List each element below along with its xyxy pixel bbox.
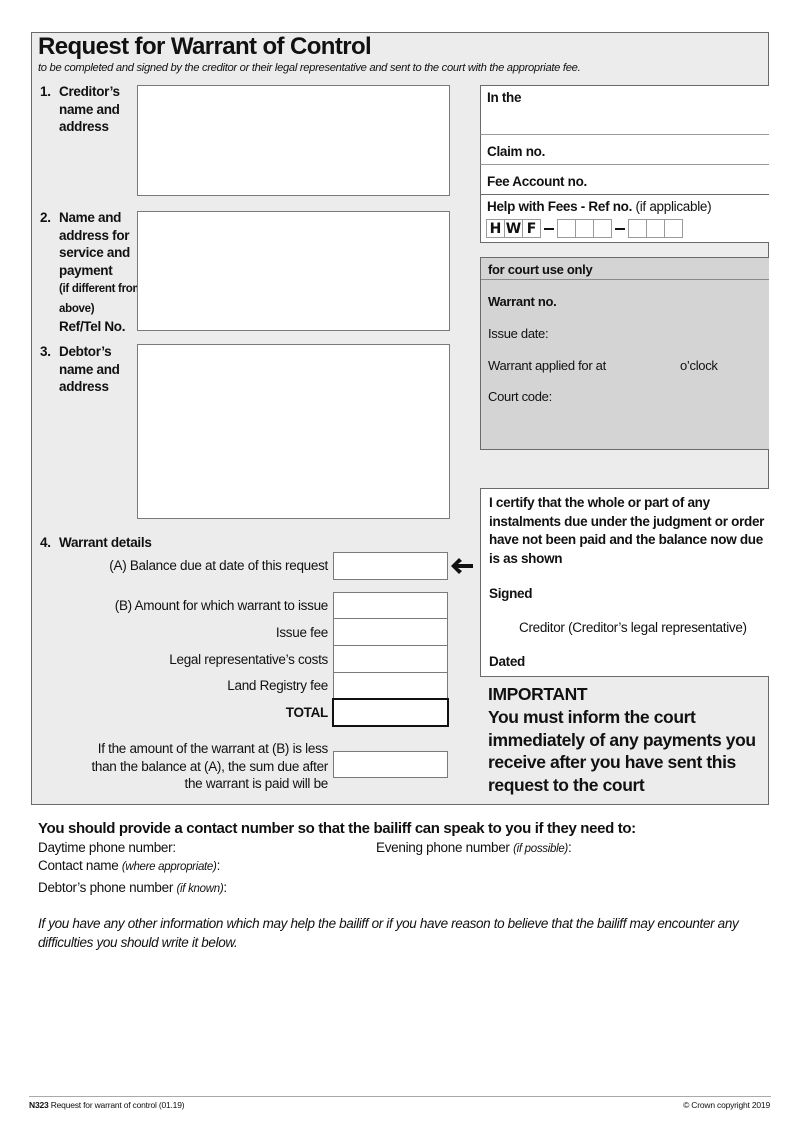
claim-no-label: Claim no.: [487, 144, 546, 159]
footer-divider: [29, 1096, 771, 1097]
in-the-court-field[interactable]: In the: [480, 85, 769, 135]
court-code-label: Court code:: [488, 389, 552, 404]
legal-costs-field[interactable]: [333, 645, 448, 673]
hwf-prefix-cell: H: [486, 219, 505, 238]
warrant-amount-field[interactable]: [333, 592, 448, 619]
hwf-prefix-cell: F: [522, 219, 541, 238]
claim-no-field[interactable]: Claim no.: [480, 134, 769, 165]
debtor-name-address-field[interactable]: [137, 344, 450, 519]
contact-heading: You should provide a contact number so t…: [38, 820, 636, 837]
hwf-digit-cell[interactable]: [664, 219, 683, 238]
total-label: TOTAL: [285, 705, 329, 720]
section-number: 3.: [40, 344, 51, 359]
hwf-label: Help with Fees - Ref no.: [487, 199, 633, 214]
court-use-heading-bar: for court use only: [481, 258, 769, 280]
footer-copyright: © Crown copyright 2019: [683, 1100, 770, 1110]
ref-tel-label: Ref/Tel No.: [59, 319, 126, 334]
dated-label: Dated: [489, 654, 526, 669]
section-number: 2.: [40, 210, 51, 225]
hwf-ref-input: H W F: [486, 219, 683, 238]
contact-name-label: Contact name (where appropriate):: [38, 858, 221, 873]
warrant-no-label: Warrant no.: [488, 294, 557, 309]
remaining-balance-label: If the amount of the warrant at (B) is l…: [91, 741, 328, 791]
section-note: (if different from above): [59, 283, 143, 315]
form-name: Request for warrant of control (01.19): [50, 1100, 185, 1110]
hwf-prefix-cell: W: [504, 219, 523, 238]
important-notice: IMPORTANT You must inform the court imme…: [488, 683, 768, 797]
total-field[interactable]: [332, 698, 449, 727]
issue-date-label: Issue date:: [488, 326, 549, 341]
important-heading: IMPORTANT: [488, 684, 588, 704]
hwf-note: (if applicable): [635, 199, 712, 214]
evening-phone-label: Evening phone number (if possible):: [376, 840, 572, 855]
section-label: Creditor’s name and address: [59, 84, 120, 134]
signed-label: Signed: [489, 586, 533, 601]
hwf-digit-cell[interactable]: [557, 219, 576, 238]
remaining-balance-field[interactable]: [333, 751, 448, 778]
court-use-only-panel: for court use only Warrant no. Issue dat…: [480, 257, 769, 450]
oclock-label: o’clock: [680, 358, 718, 373]
section-label: Debtor’s name and address: [59, 344, 120, 394]
warrant-amount-label: (B) Amount for which warrant to issue: [114, 598, 329, 613]
important-text: You must inform the court immediately of…: [488, 706, 756, 796]
hwf-digit-cell[interactable]: [646, 219, 665, 238]
hwf-separator: [544, 227, 554, 230]
hwf-digit-cell[interactable]: [575, 219, 594, 238]
debtor-phone-label: Debtor’s phone number (if known):: [38, 880, 227, 895]
land-registry-fee-field[interactable]: [333, 672, 448, 699]
hwf-digit-cell[interactable]: [593, 219, 612, 238]
section-label: Name and address for service and payment: [59, 210, 130, 278]
court-use-heading: for court use only: [488, 262, 593, 277]
fee-account-label: Fee Account no.: [487, 174, 588, 189]
section-number: 4.: [40, 535, 51, 550]
applied-for-at-label: Warrant applied for at: [488, 358, 606, 373]
page-title: Request for Warrant of Control: [38, 33, 372, 60]
issue-fee-label: Issue fee: [275, 625, 328, 640]
section-label: Warrant details: [59, 535, 152, 550]
section-number: 1.: [40, 84, 51, 99]
arrow-left-icon: [451, 558, 473, 574]
creditor-name-address-field[interactable]: [137, 85, 450, 196]
balance-due-field[interactable]: [333, 552, 448, 580]
balance-due-label: (A) Balance due at date of this request: [109, 558, 328, 573]
page-subtitle: to be completed and signed by the credit…: [38, 62, 581, 74]
land-registry-fee-label: Land Registry fee: [227, 678, 328, 693]
fee-account-field[interactable]: Fee Account no.: [480, 164, 769, 195]
certification-statement: I certify that the whole or part of any …: [489, 495, 765, 566]
footer-form-id: N323 Request for warrant of control (01.…: [29, 1100, 185, 1110]
service-address-field[interactable]: [137, 211, 450, 331]
form-code: N323: [29, 1100, 49, 1110]
certification-box: I certify that the whole or part of any …: [480, 488, 769, 677]
daytime-phone-label: Daytime phone number:: [38, 840, 176, 855]
additional-info-instructions: If you have any other information which …: [38, 916, 739, 950]
issue-fee-field[interactable]: [333, 618, 448, 646]
legal-costs-label: Legal representative’s costs: [169, 652, 328, 667]
in-the-label: In the: [487, 90, 522, 105]
hwf-digit-cell[interactable]: [628, 219, 647, 238]
signer-role-label: Creditor (Creditor’s legal representativ…: [519, 620, 747, 635]
hwf-separator: [615, 227, 625, 230]
